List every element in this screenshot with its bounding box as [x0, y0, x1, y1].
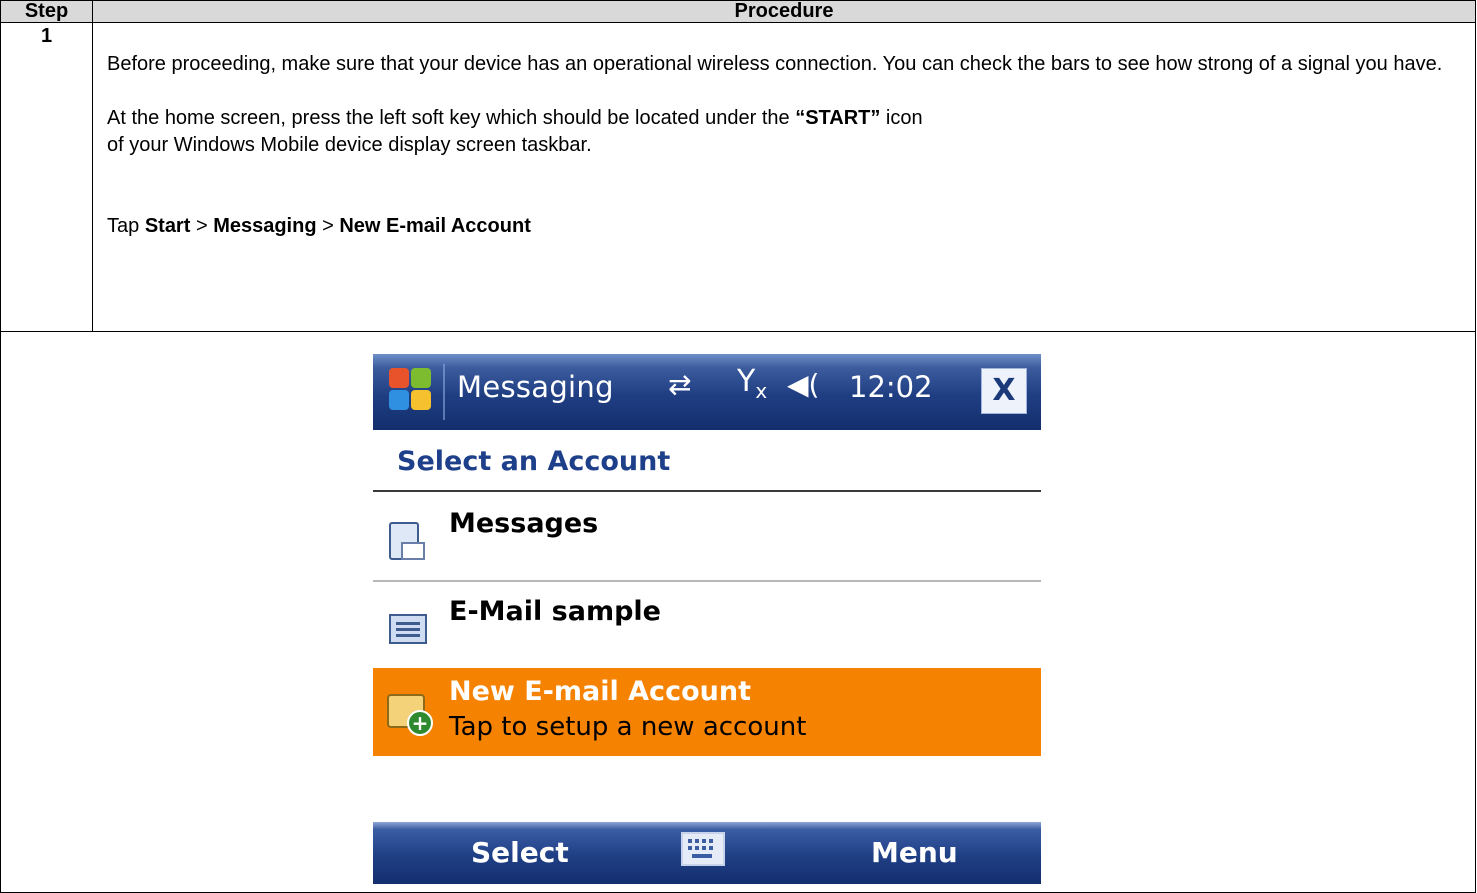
- title-divider: [443, 364, 445, 420]
- list-item-subtitle: Tap to setup a new account: [449, 712, 807, 742]
- clock: 12:02: [849, 370, 933, 404]
- tap-prefix: Tap: [107, 215, 145, 237]
- procedure-table: Step Procedure 1 Before proceeding, make…: [0, 0, 1476, 893]
- title-bar: Messaging ⇄ Yx ◀( 12:02 X: [373, 354, 1041, 430]
- list-item-title: Messages: [449, 508, 599, 539]
- email-account-icon: [389, 614, 427, 644]
- volume-icon[interactable]: ◀(: [787, 368, 819, 401]
- soft-key-bar: Select Menu: [373, 822, 1041, 884]
- keyboard-icon[interactable]: [681, 832, 725, 866]
- list-item-new-email-account[interactable]: + New E-mail Account Tap to setup a new …: [373, 668, 1041, 756]
- messages-icon: [389, 522, 425, 560]
- tap-path: Tap Start > Messaging > New E-mail Accou…: [107, 213, 1461, 240]
- step-number: 1: [0, 22, 93, 332]
- instruction-paragraph-3: of your Windows Mobile device display sc…: [107, 134, 592, 156]
- close-button[interactable]: X: [981, 368, 1027, 414]
- procedure-column-header: Procedure: [92, 0, 1476, 23]
- divider: [373, 580, 1041, 582]
- screenshot-row: Messaging ⇄ Yx ◀( 12:02 X Select an Acco…: [0, 331, 1476, 893]
- section-header: Select an Account: [397, 446, 671, 477]
- signal-icon: Yx: [737, 364, 768, 403]
- screenshot-cell: Messaging ⇄ Yx ◀( 12:02 X Select an Acco…: [0, 331, 1476, 893]
- list-item-title: E-Mail sample: [449, 596, 661, 627]
- app-title: Messaging: [457, 370, 614, 404]
- instruction-text: At the home screen, press the left soft …: [107, 107, 796, 129]
- softkey-select[interactable]: Select: [471, 836, 569, 869]
- instruction-paragraph-2: At the home screen, press the left soft …: [107, 105, 1461, 132]
- instruction-paragraph-1: Before proceeding, make sure that your d…: [107, 53, 1443, 75]
- sync-icon: ⇄: [668, 368, 692, 401]
- tap-messaging: Messaging: [213, 215, 317, 237]
- table-header-row: Step Procedure: [0, 0, 1476, 23]
- start-keyword: “START”: [795, 107, 881, 129]
- step-row: 1 Before proceeding, make sure that your…: [0, 22, 1476, 332]
- divider: [373, 490, 1041, 492]
- step-instructions: Before proceeding, make sure that your d…: [92, 22, 1476, 332]
- list-item-title: New E-mail Account: [449, 676, 751, 707]
- tap-separator: >: [190, 215, 214, 237]
- tap-start: Start: [144, 215, 191, 237]
- tap-separator: >: [316, 215, 340, 237]
- start-logo-icon[interactable]: [387, 366, 433, 412]
- new-account-icon: +: [387, 694, 433, 736]
- step-column-header: Step: [0, 0, 93, 23]
- phone-screen: Messaging ⇄ Yx ◀( 12:02 X Select an Acco…: [373, 354, 1041, 884]
- tap-new-account: New E-mail Account: [339, 215, 531, 237]
- instruction-text: icon: [880, 107, 923, 129]
- softkey-menu[interactable]: Menu: [871, 836, 958, 869]
